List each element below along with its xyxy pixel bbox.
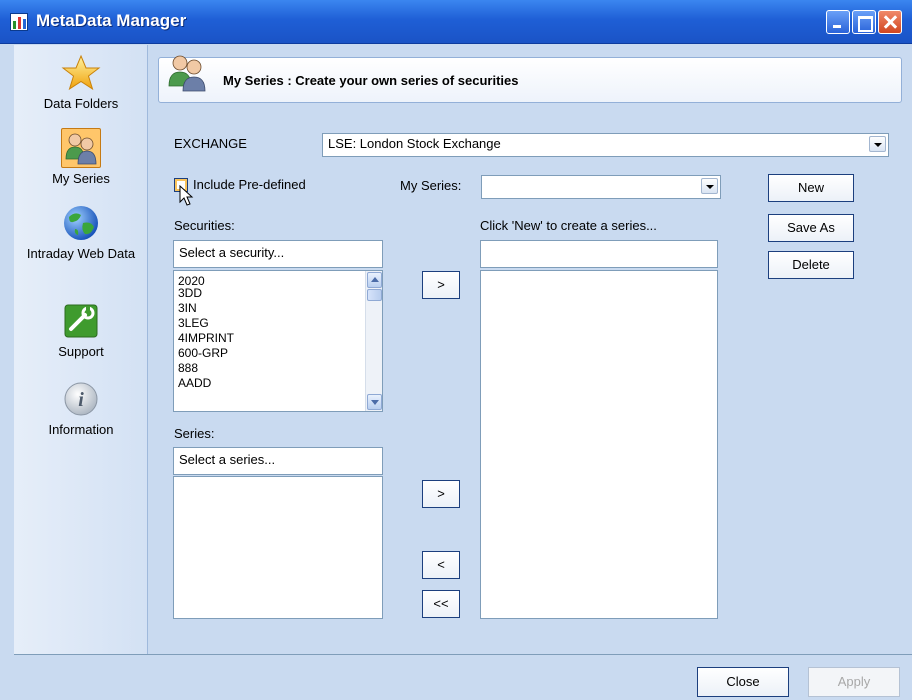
close-window-button[interactable]: [878, 10, 902, 34]
sidebar-item-my-series[interactable]: My Series: [14, 128, 148, 187]
series-name-input[interactable]: [480, 240, 718, 268]
apply-button[interactable]: Apply: [808, 667, 900, 697]
app-chart-icon: [10, 13, 28, 31]
sidebar-item-label: Support: [58, 344, 104, 359]
sidebar-item-intraday-web-data[interactable]: Intraday Web Data: [14, 203, 148, 262]
list-item[interactable]: 3LEG: [174, 316, 382, 331]
list-item[interactable]: 600-GRP: [174, 346, 382, 361]
sidebar-item-information[interactable]: i Information: [14, 379, 148, 438]
new-series-hint: Click 'New' to create a series...: [480, 218, 657, 233]
series-securities-list[interactable]: [480, 270, 718, 619]
page-title: My Series : Create your own series of se…: [223, 73, 519, 88]
maximize-button[interactable]: [852, 10, 876, 34]
securities-scrollbar[interactable]: [365, 271, 382, 411]
scroll-thumb[interactable]: [367, 289, 382, 301]
footer-bar: Close Apply: [14, 654, 912, 700]
title-bar[interactable]: MetaData Manager: [0, 0, 912, 44]
add-security-button[interactable]: >: [422, 271, 460, 299]
include-predefined-label: Include Pre-defined: [193, 177, 306, 192]
new-button[interactable]: New: [768, 174, 854, 202]
globe-icon: [61, 203, 101, 243]
remove-all-button[interactable]: <<: [422, 590, 460, 618]
securities-label: Securities:: [174, 218, 235, 233]
save-as-button[interactable]: Save As: [768, 214, 854, 242]
sidebar-item-label: My Series: [52, 171, 110, 186]
list-item[interactable]: 2020: [174, 271, 382, 288]
exchange-value: LSE: London Stock Exchange: [328, 136, 501, 151]
add-series-button[interactable]: >: [422, 480, 460, 508]
my-series-panel: EXCHANGE LSE: London Stock Exchange Incl…: [158, 110, 902, 654]
sidebar-item-label: Data Folders: [43, 96, 119, 111]
sidebar-item-label: Information: [48, 422, 114, 437]
security-search-input[interactable]: Select a security...: [173, 240, 383, 268]
scroll-up-icon[interactable]: [367, 272, 382, 288]
delete-button[interactable]: Delete: [768, 251, 854, 279]
window-title: MetaData Manager: [36, 11, 187, 30]
sidebar-item-data-folders[interactable]: Data Folders: [14, 53, 148, 112]
info-icon: i: [61, 379, 101, 419]
metadata-manager-window: MetaData Manager Data Folders My Series …: [0, 0, 912, 700]
close-button[interactable]: Close: [697, 667, 789, 697]
chevron-down-icon: [869, 136, 886, 152]
section-header: My Series : Create your own series of se…: [158, 55, 902, 103]
sidebar-item-support[interactable]: Support: [14, 301, 148, 360]
securities-list[interactable]: 2020 3DD 3IN 3LEG 4IMPRINT 600-GRP 888 A…: [173, 270, 383, 412]
sidebar: Data Folders My Series Intraday Web Data…: [14, 45, 148, 654]
wrench-icon: [61, 301, 101, 341]
users-icon: [165, 52, 209, 92]
list-item[interactable]: 4IMPRINT: [174, 331, 382, 346]
list-item[interactable]: 888: [174, 361, 382, 376]
series-search-input[interactable]: Select a series...: [173, 447, 383, 475]
list-item[interactable]: 3DD: [174, 286, 382, 301]
remove-item-button[interactable]: <: [422, 551, 460, 579]
chevron-down-icon: [701, 178, 718, 194]
exchange-dropdown[interactable]: LSE: London Stock Exchange: [322, 133, 889, 157]
exchange-label: EXCHANGE: [174, 136, 247, 151]
scroll-down-icon[interactable]: [367, 394, 382, 410]
my-series-dropdown[interactable]: [481, 175, 721, 199]
svg-text:i: i: [78, 389, 84, 411]
mouse-cursor-icon: [179, 185, 194, 206]
series-label: Series:: [174, 426, 215, 441]
list-item[interactable]: 3IN: [174, 301, 382, 316]
sidebar-item-label: Intraday Web Data: [26, 246, 136, 261]
minimize-button[interactable]: [826, 10, 850, 34]
users-icon: [61, 128, 101, 168]
list-item[interactable]: AADD: [174, 376, 382, 391]
my-series-label: My Series:: [400, 178, 462, 193]
series-list[interactable]: [173, 476, 383, 619]
star-icon: [61, 53, 101, 93]
